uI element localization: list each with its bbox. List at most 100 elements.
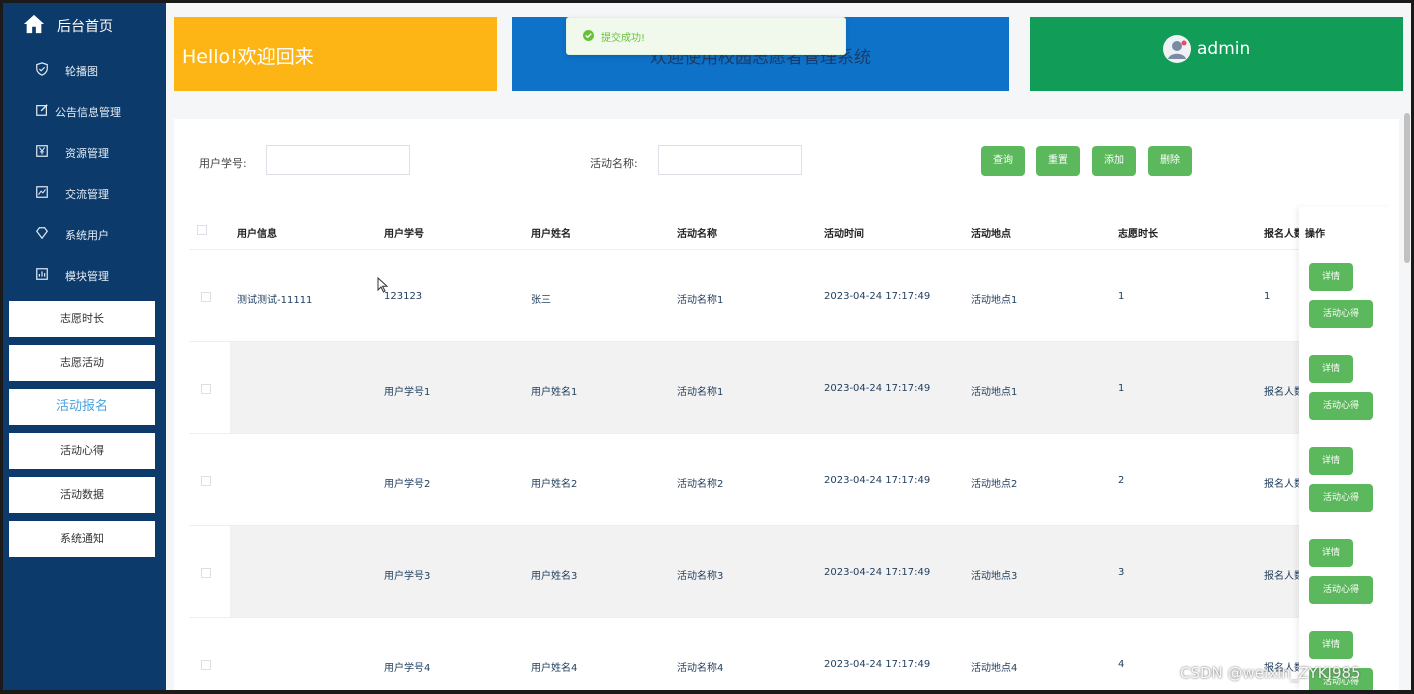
cell-student-id: 123123 bbox=[384, 291, 423, 302]
activity-name-label: 活动名称: bbox=[590, 157, 638, 170]
menu-item-label: 公告信息管理 bbox=[55, 106, 121, 119]
header-name: 用户姓名 bbox=[531, 229, 571, 240]
detail-button[interactable]: 详情 bbox=[1309, 263, 1353, 291]
sidebar: 后台首页 轮播图 公告信息管理 资源管理 交流管理 系统用户 模块管理 志愿时长… bbox=[3, 3, 166, 690]
detail-button[interactable]: 详情 bbox=[1309, 539, 1353, 567]
mouse-cursor-icon bbox=[377, 277, 389, 293]
row-checkbox[interactable] bbox=[201, 568, 211, 578]
header-student-id: 用户学号 bbox=[384, 229, 424, 240]
cell-place: 活动地点3 bbox=[971, 571, 1018, 582]
cell-name: 张三 bbox=[531, 295, 551, 306]
detail-button[interactable]: 详情 bbox=[1309, 355, 1353, 383]
menu-item-label: 系统用户 bbox=[65, 229, 109, 242]
cell-place: 活动地点4 bbox=[971, 663, 1018, 674]
add-button[interactable]: 添加 bbox=[1092, 146, 1136, 176]
table-row: 用户学号3 用户姓名3 活动名称3 2023-04-24 17:17:49 活动… bbox=[189, 526, 1386, 618]
submenu-activity-experience[interactable]: 活动心得 bbox=[9, 433, 155, 469]
table-row: 测试测试-11111 123123 张三 活动名称1 2023-04-24 17… bbox=[189, 250, 1386, 342]
success-toast: 提交成功! bbox=[566, 17, 846, 55]
table-row: 用户学号2 用户姓名2 活动名称2 2023-04-24 17:17:49 活动… bbox=[189, 434, 1386, 526]
app-frame: 后台首页 轮播图 公告信息管理 资源管理 交流管理 系统用户 模块管理 志愿时长… bbox=[3, 3, 1411, 690]
experience-button[interactable]: 活动心得 bbox=[1309, 576, 1373, 604]
menu-item-exchange[interactable]: 交流管理 bbox=[3, 172, 166, 213]
cell-activity: 活动名称2 bbox=[677, 479, 724, 490]
row-checkbox[interactable] bbox=[201, 660, 211, 670]
header-count: 报名人数 bbox=[1264, 229, 1304, 240]
diamond-icon bbox=[35, 227, 49, 240]
detail-button[interactable]: 详情 bbox=[1309, 447, 1353, 475]
reset-button[interactable]: 重置 bbox=[1036, 146, 1080, 176]
student-id-label: 用户学号: bbox=[199, 157, 247, 170]
actions-column: 操作 详情 活动心得 详情 活动心得 详情 活动心得 详情 活动心得 详情 活动… bbox=[1299, 207, 1391, 690]
row-checkbox[interactable] bbox=[201, 384, 211, 394]
bar-chart-icon bbox=[36, 268, 48, 280]
cell-hours: 1 bbox=[1118, 383, 1125, 394]
cell-activity: 活动名称3 bbox=[677, 571, 724, 582]
cell-time: 2023-04-24 17:17:49 bbox=[824, 659, 931, 670]
home-icon bbox=[23, 14, 45, 34]
cell-hours: 2 bbox=[1118, 475, 1125, 486]
header-activity: 活动名称 bbox=[677, 229, 717, 240]
experience-button[interactable]: 活动心得 bbox=[1309, 484, 1373, 512]
delete-button[interactable]: 删除 bbox=[1148, 146, 1192, 176]
cell-hours: 1 bbox=[1118, 291, 1125, 302]
menu-item-label: 轮播图 bbox=[65, 65, 98, 78]
activity-name-input[interactable] bbox=[658, 145, 802, 175]
welcome-text: Hello!欢迎回来 bbox=[182, 46, 314, 68]
cell-student-id: 用户学号4 bbox=[384, 663, 431, 674]
cell-student-id: 用户学号1 bbox=[384, 387, 431, 398]
submenu-volunteer-activity[interactable]: 志愿活动 bbox=[9, 345, 155, 381]
money-icon bbox=[36, 145, 48, 157]
menu-item-resource[interactable]: 资源管理 bbox=[3, 131, 166, 172]
header-hours: 志愿时长 bbox=[1118, 229, 1158, 240]
menu-item-sysuser[interactable]: 系统用户 bbox=[3, 213, 166, 254]
submenu-activity-signup[interactable]: 活动报名 bbox=[9, 389, 155, 425]
query-button[interactable]: 查询 bbox=[981, 146, 1025, 176]
csdn-watermark: CSDN @weixin_ZYKJ985 bbox=[1180, 664, 1361, 682]
cell-count: 1 bbox=[1264, 291, 1271, 302]
check-circle-icon bbox=[583, 30, 594, 41]
experience-button[interactable]: 活动心得 bbox=[1309, 300, 1373, 328]
row-checkbox[interactable] bbox=[201, 476, 211, 486]
table-row: 用户学号1 用户姓名1 活动名称1 2023-04-24 17:17:49 活动… bbox=[189, 342, 1386, 434]
menu-item-carousel[interactable]: 轮播图 bbox=[3, 49, 166, 90]
cell-student-id: 用户学号2 bbox=[384, 479, 431, 490]
header-info: 用户信息 bbox=[237, 229, 277, 240]
avatar[interactable] bbox=[1163, 35, 1191, 63]
experience-button[interactable]: 活动心得 bbox=[1309, 392, 1373, 420]
cell-hours: 3 bbox=[1118, 567, 1125, 578]
cell-time: 2023-04-24 17:17:49 bbox=[824, 291, 931, 302]
cell-activity: 活动名称1 bbox=[677, 387, 724, 398]
student-id-input[interactable] bbox=[266, 145, 410, 175]
toast-message: 提交成功! bbox=[601, 33, 646, 44]
cell-info: 测试测试-11111 bbox=[237, 295, 313, 306]
page-scrollbar[interactable] bbox=[1404, 113, 1410, 263]
edit-icon bbox=[36, 104, 48, 116]
user-name[interactable]: admin bbox=[1197, 39, 1250, 59]
cell-name: 用户姓名3 bbox=[531, 571, 578, 582]
user-card: admin bbox=[1030, 17, 1403, 91]
cell-student-id: 用户学号3 bbox=[384, 571, 431, 582]
home-link[interactable]: 后台首页 bbox=[3, 3, 166, 47]
cell-name: 用户姓名2 bbox=[531, 479, 578, 490]
select-all-checkbox[interactable] bbox=[197, 225, 207, 235]
welcome-card: Hello!欢迎回来 bbox=[174, 17, 497, 91]
logo-watermark: iQIY bbox=[1062, 650, 1148, 690]
detail-button[interactable]: 详情 bbox=[1309, 631, 1353, 659]
shield-icon bbox=[36, 62, 48, 76]
menu-item-notice[interactable]: 公告信息管理 bbox=[3, 90, 166, 131]
chart-icon bbox=[36, 186, 48, 198]
cell-time: 2023-04-24 17:17:49 bbox=[824, 567, 931, 578]
menu-item-module[interactable]: 模块管理 bbox=[3, 254, 166, 295]
row-checkbox[interactable] bbox=[201, 292, 211, 302]
main-panel: 用户学号: 活动名称: 查询 重置 添加 删除 用户信息 用户学号 用户姓名 活… bbox=[174, 119, 1399, 690]
cell-time: 2023-04-24 17:17:49 bbox=[824, 475, 931, 486]
cell-time: 2023-04-24 17:17:49 bbox=[824, 383, 931, 394]
submenu-activity-data[interactable]: 活动数据 bbox=[9, 477, 155, 513]
menu-item-label: 模块管理 bbox=[65, 270, 109, 283]
submenu-volunteer-hours[interactable]: 志愿时长 bbox=[9, 301, 155, 337]
menu-item-label: 资源管理 bbox=[65, 147, 109, 160]
cell-activity: 活动名称4 bbox=[677, 663, 724, 674]
header-time: 活动时间 bbox=[824, 229, 864, 240]
submenu-system-notice[interactable]: 系统通知 bbox=[9, 521, 155, 557]
